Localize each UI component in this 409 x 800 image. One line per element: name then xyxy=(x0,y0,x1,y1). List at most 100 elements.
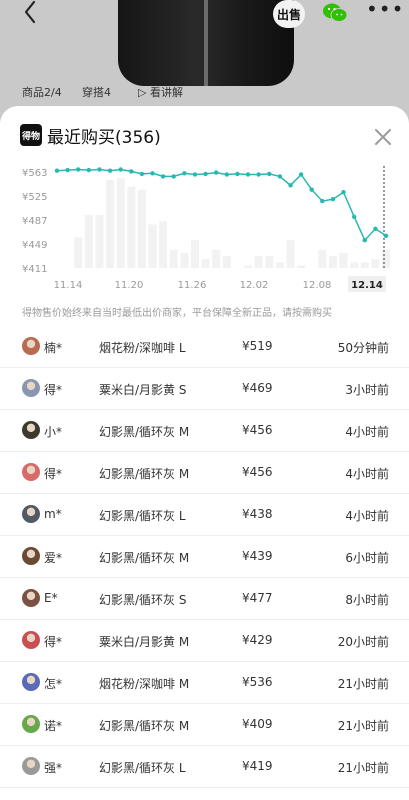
purchase-time: 4小时前 xyxy=(345,467,389,481)
price-point xyxy=(341,190,346,195)
volume-bar xyxy=(159,221,168,268)
sell-button[interactable]: 出售 xyxy=(273,0,305,28)
purchase-time: 8小时前 xyxy=(345,593,389,607)
price-point xyxy=(277,174,283,179)
volume-bar xyxy=(286,240,295,268)
volume-bar xyxy=(318,249,327,268)
volume-bar xyxy=(191,240,199,268)
price-trend-chart: ¥563 ¥525 ¥487 ¥449 ¥411 11.14 11.20 11.26 12.02… xyxy=(0,166,409,298)
purchase-spec: 幻影黑/循环灰 L xyxy=(99,761,186,775)
chart-canvas[interactable]: ¥563 ¥525 ¥487 ¥449 ¥411 11.14 11.20 11.26 12.02… xyxy=(0,166,409,298)
purchase-spec: 粟米白/月影黄 M xyxy=(99,635,190,649)
buyer-name: 得* xyxy=(44,635,63,649)
recent-purchases-sheet: 得物 最近购买(356) ¥563 ¥525 ¥487 ¥449 ¥411 11.14 11… xyxy=(0,106,409,800)
purchase-spec: 幻影黑/循环灰 M xyxy=(99,467,190,481)
close-button[interactable] xyxy=(372,126,394,148)
price-point xyxy=(65,167,70,173)
user-avatar xyxy=(22,547,40,565)
buyer-name: 强* xyxy=(44,761,63,775)
volume-bar xyxy=(148,224,157,268)
volume-bar xyxy=(297,265,306,268)
sheet-title: 最近购买(356) xyxy=(47,128,161,148)
purchase-row: 得* 幻影黑/循环灰 M ¥456 4小时前 xyxy=(0,452,409,494)
purchase-row: m* 幻影黑/循环灰 L ¥438 4小时前 xyxy=(0,494,409,536)
volume-bar xyxy=(180,252,189,268)
price-point xyxy=(309,187,314,192)
volume-bar xyxy=(339,252,348,268)
purchase-spec: 粟米白/月影黄 S xyxy=(99,383,187,397)
volume-bar xyxy=(74,237,83,268)
purchase-price: ¥519 xyxy=(242,339,273,353)
more-options-button[interactable]: ••• xyxy=(366,0,403,22)
x-tick-label: 11.14 xyxy=(54,280,83,291)
price-point xyxy=(97,167,102,172)
user-avatar xyxy=(22,673,40,691)
y-tick-label: ¥563 xyxy=(22,168,47,179)
user-avatar xyxy=(22,505,40,523)
back-button[interactable] xyxy=(18,0,46,26)
price-point xyxy=(235,171,240,177)
volume-bar xyxy=(169,249,178,268)
tab-outfit[interactable]: 穿搭4 xyxy=(82,84,111,100)
x-tick-label: 11.26 xyxy=(178,280,207,291)
purchase-row: 小* 幻影黑/循环灰 M ¥456 4小时前 xyxy=(0,410,409,452)
price-disclaimer: 得物售价始终来自当时最低出价商家，平台保障全新正品，请按需购买 xyxy=(22,308,332,319)
x-tick-label: 12.02 xyxy=(240,280,269,291)
price-point xyxy=(362,238,367,243)
price-point xyxy=(86,167,92,173)
volume-bar xyxy=(212,249,221,268)
purchase-row: 诺* 幻影黑/循环灰 M ¥409 21小时前 xyxy=(0,704,409,746)
purchase-price: ¥419 xyxy=(242,759,273,773)
price-point xyxy=(288,183,293,188)
buyer-name: m* xyxy=(44,507,62,521)
x-tick-label: 11.20 xyxy=(115,280,144,291)
purchase-row: 强* 幻影黑/循环灰 L ¥419 21小时前 xyxy=(0,746,409,788)
volume-bar xyxy=(95,214,104,268)
purchase-price: ¥477 xyxy=(242,591,273,605)
price-point xyxy=(245,172,251,177)
wechat-share-button[interactable] xyxy=(320,0,350,26)
wechat-icon xyxy=(323,3,348,22)
purchase-price: ¥536 xyxy=(242,675,273,689)
dewu-logo: 得物 xyxy=(20,124,42,146)
purchase-spec: 幻影黑/循环灰 M xyxy=(99,719,190,733)
price-point xyxy=(224,172,229,177)
y-tick-label: ¥487 xyxy=(22,216,47,227)
purchase-time: 3小时前 xyxy=(345,383,389,397)
sheet-header: 得物 最近购买(356) xyxy=(0,106,409,166)
buyer-name: 爱* xyxy=(44,551,63,565)
purchase-row: 得* 粟米白/月影黄 S ¥469 3小时前 xyxy=(0,368,409,410)
volume-bar xyxy=(127,186,136,268)
purchase-row: 怎* 烟花粉/深咖啡 M ¥536 21小时前 xyxy=(0,662,409,704)
price-point xyxy=(203,171,208,177)
purchase-time: 4小时前 xyxy=(345,425,389,439)
volume-bar xyxy=(275,262,284,268)
user-avatar xyxy=(22,421,40,439)
x-tick-label: 12.08 xyxy=(303,280,332,291)
volume-bar xyxy=(244,265,252,268)
purchase-time: 20小时前 xyxy=(337,635,389,649)
purchase-spec: 幻影黑/循环灰 M xyxy=(99,551,190,565)
price-point xyxy=(192,172,198,177)
price-point xyxy=(383,233,389,238)
tab-product[interactable]: 商品2/4 xyxy=(22,84,62,100)
purchase-time: 21小时前 xyxy=(337,677,389,691)
purchase-time: 21小时前 xyxy=(337,761,389,775)
purchase-time: 6小时前 xyxy=(345,551,389,565)
purchase-price: ¥409 xyxy=(242,717,273,731)
buyer-name: 得* xyxy=(44,467,63,481)
price-point xyxy=(352,214,357,219)
user-avatar xyxy=(22,337,40,355)
volume-bar xyxy=(106,180,115,268)
price-point xyxy=(76,167,81,172)
purchase-price: ¥429 xyxy=(242,633,273,647)
volume-bar xyxy=(116,178,125,268)
tab-video-label: 看讲解 xyxy=(149,86,183,99)
y-tick-label: ¥411 xyxy=(22,264,47,275)
buyer-name: 楠* xyxy=(44,341,63,355)
volume-bar xyxy=(360,262,369,268)
tab-video[interactable]: ▷ 看讲解 xyxy=(138,84,183,100)
product-tabs: 商品2/4 穿搭4 ▷ 看讲解 xyxy=(0,84,409,102)
product-jacket-image xyxy=(118,0,294,86)
play-icon: ▷ xyxy=(138,86,150,99)
